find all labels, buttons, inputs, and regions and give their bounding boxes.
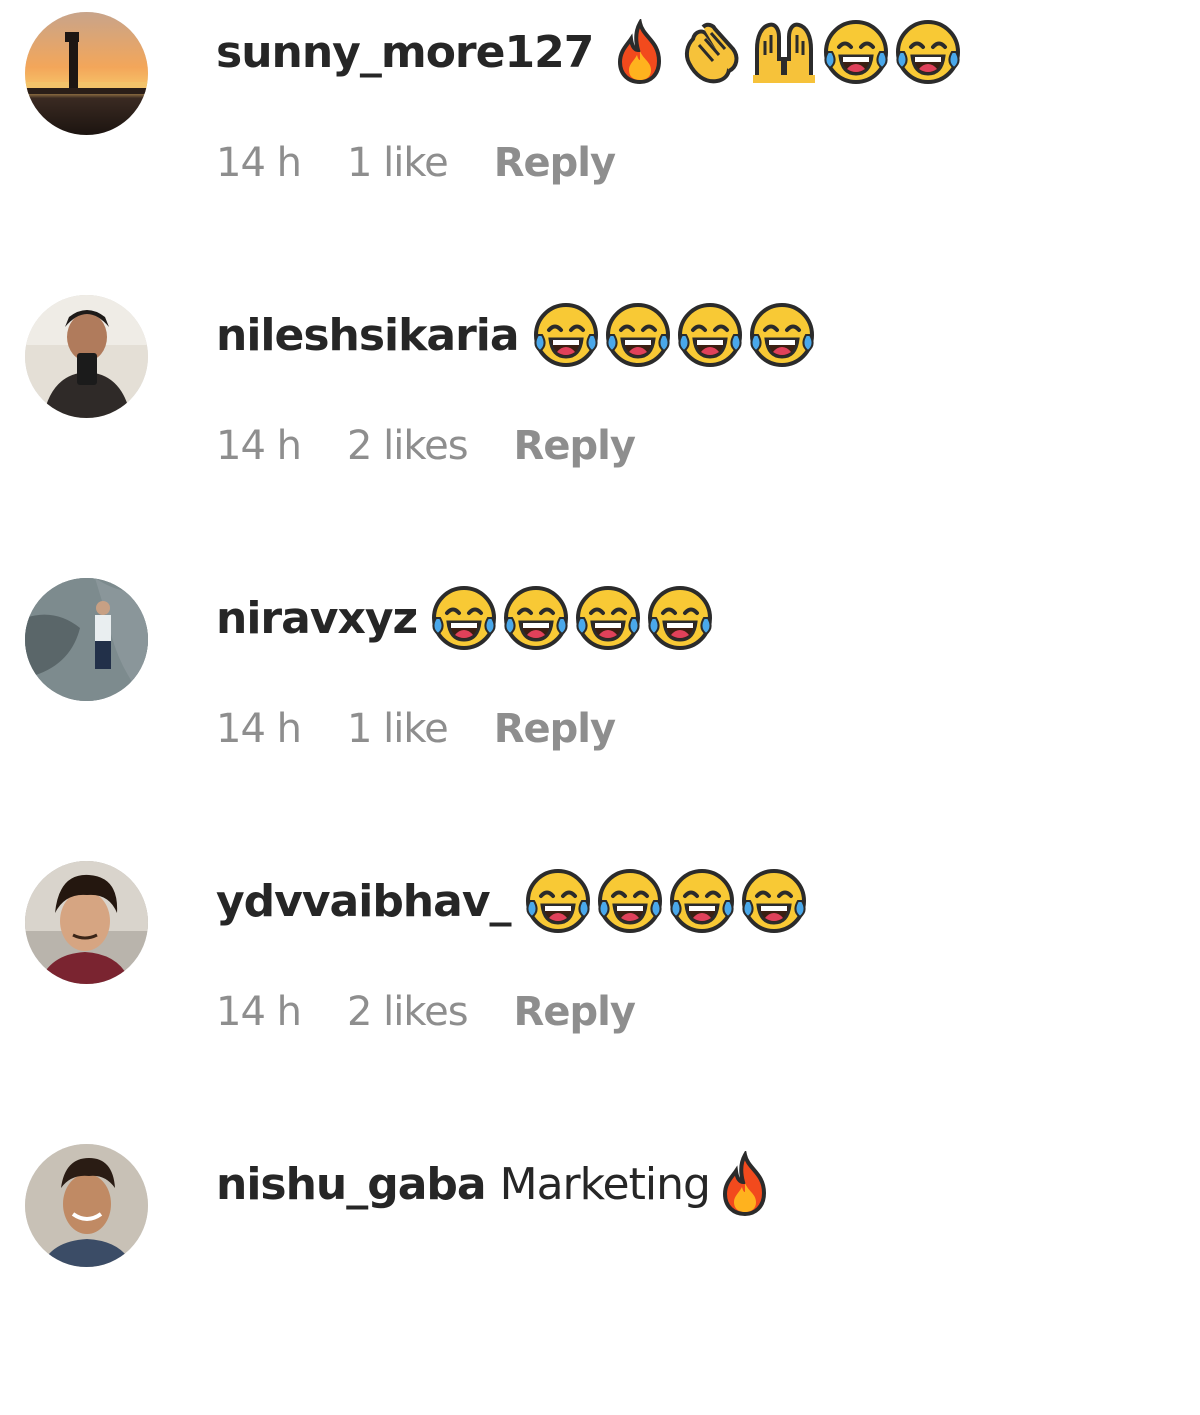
comment-username[interactable]: niravxyz: [216, 593, 418, 644]
tears-of-joy-icon: [647, 585, 713, 651]
tears-of-joy-icon: [895, 19, 961, 85]
comment-meta: 14 h 1 like Reply: [216, 140, 616, 186]
reply-button[interactable]: Reply: [514, 423, 636, 469]
comment-timestamp[interactable]: 14 h: [216, 423, 302, 469]
avatar[interactable]: [25, 12, 148, 135]
comment-body: niravxyz: [216, 586, 713, 650]
tears-of-joy-icon: [749, 302, 815, 368]
comment-item: niravxyz 14 h 1 like Reply: [0, 566, 1200, 849]
fire-icon: [712, 1151, 778, 1217]
reply-button[interactable]: Reply: [494, 706, 616, 752]
tears-of-joy-icon: [605, 302, 671, 368]
comment-timestamp[interactable]: 14 h: [216, 140, 302, 186]
comment-body: sunny_more127: [216, 20, 961, 84]
comment-username[interactable]: nishu_gaba: [216, 1159, 487, 1210]
tears-of-joy-icon: [431, 585, 497, 651]
comment-username[interactable]: ydvvaibhav_: [216, 876, 512, 927]
tears-of-joy-icon: [823, 19, 889, 85]
fire-icon: [607, 19, 673, 85]
avatar[interactable]: [25, 295, 148, 418]
comment-item: sunny_more127 14 h 1 like Reply: [0, 0, 1200, 283]
raising-hands-icon: [751, 19, 817, 85]
avatar[interactable]: [25, 861, 148, 984]
avatar[interactable]: [25, 578, 148, 701]
comment-username[interactable]: nileshsikaria: [216, 310, 520, 361]
comment-emojis: [533, 302, 815, 368]
tears-of-joy-icon: [575, 585, 641, 651]
comment-item: ydvvaibhav_ 14 h 2 likes Reply: [0, 849, 1200, 1132]
tears-of-joy-icon: [741, 868, 807, 934]
comment-emojis: [607, 19, 961, 85]
clapping-hands-icon: [679, 19, 745, 85]
tears-of-joy-icon: [525, 868, 591, 934]
tears-of-joy-icon: [597, 868, 663, 934]
comment-username[interactable]: sunny_more127: [216, 27, 594, 78]
avatar[interactable]: [25, 1144, 148, 1267]
comment-timestamp[interactable]: 14 h: [216, 989, 302, 1035]
comment-likes[interactable]: 2 likes: [347, 423, 469, 469]
reply-button[interactable]: Reply: [494, 140, 616, 186]
tears-of-joy-icon: [677, 302, 743, 368]
comment-emojis: [431, 585, 713, 651]
comment-item: nileshsikaria 14 h 2 likes Reply: [0, 283, 1200, 566]
comment-emojis: [712, 1151, 778, 1217]
comment-likes[interactable]: 2 likes: [347, 989, 469, 1035]
comment-item: nishu_gaba Marketing: [0, 1132, 1200, 1415]
comment-timestamp[interactable]: 14 h: [216, 706, 302, 752]
comment-body: nishu_gaba Marketing: [216, 1152, 778, 1216]
tears-of-joy-icon: [503, 585, 569, 651]
reply-button[interactable]: Reply: [514, 989, 636, 1035]
tears-of-joy-icon: [533, 302, 599, 368]
comment-body: nileshsikaria: [216, 303, 815, 367]
comment-meta: 14 h 1 like Reply: [216, 706, 616, 752]
comment-meta: 14 h 2 likes Reply: [216, 989, 636, 1035]
comment-likes[interactable]: 1 like: [347, 140, 449, 186]
tears-of-joy-icon: [669, 868, 735, 934]
comment-emojis: [525, 868, 807, 934]
comment-meta: 14 h 2 likes Reply: [216, 423, 636, 469]
comment-text: Marketing: [499, 1158, 711, 1210]
comment-likes[interactable]: 1 like: [347, 706, 449, 752]
comment-body: ydvvaibhav_: [216, 869, 807, 933]
